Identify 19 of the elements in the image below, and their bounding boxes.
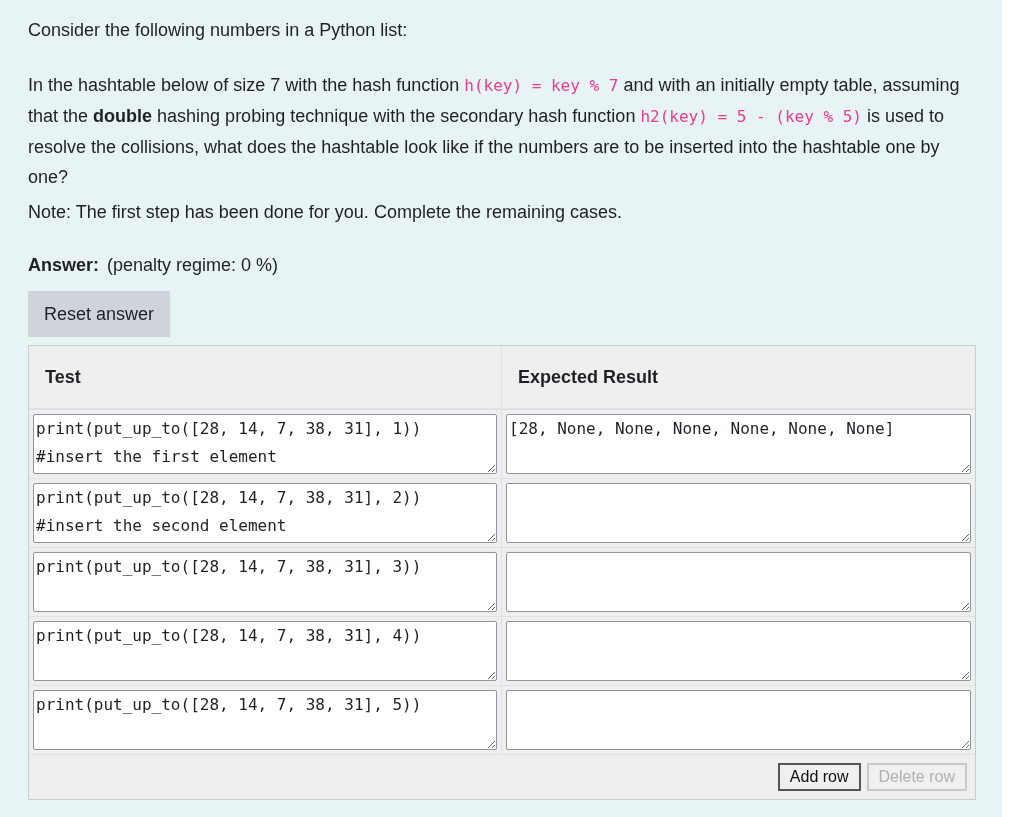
expected-result-field[interactable]: [28, None, None, None, None, None, None] [506, 414, 971, 474]
action-button[interactable]: Add row [777, 763, 861, 791]
penalty-text: (penalty regime: 0 %) [107, 254, 279, 277]
question-text: In the hashtable below of size 7 with the hash function h(key) = key % 7 and with an initially empty table, assuming that the double hashing probing technique with the secondary hash function h2(key) = 5 - (key % 5) is used to resolve the collisions, what does the hashtable look like if the numbers are to be inserted into the hashtable one by one? [28, 74, 961, 189]
column-header: Expected Result [502, 346, 975, 410]
intro-text: Consider the following numbers in a Python list: [28, 19, 409, 42]
note-text: Note: The first step has been done for you. Complete the remaining cases. [28, 201, 623, 224]
expected-result-field[interactable] [506, 690, 971, 750]
column-header: Test [29, 346, 502, 410]
expected-result-field[interactable] [506, 621, 971, 681]
test-code-field[interactable]: print(put_up_to([28, 14, 7, 38, 31], 2)) #insert the second element [33, 483, 497, 543]
reset-answer-button[interactable]: Reset answer [28, 291, 171, 337]
expected-result-field[interactable] [506, 552, 971, 612]
test-code-field[interactable]: print(put_up_to([28, 14, 7, 38, 31], 4)) [33, 621, 497, 681]
answer-label: Answer: [28, 254, 99, 277]
test-code-field[interactable]: print(put_up_to([28, 14, 7, 38, 31], 5)) [33, 690, 497, 750]
expected-result-field[interactable] [506, 483, 971, 543]
test-code-field[interactable]: print(put_up_to([28, 14, 7, 38, 31], 3)) [33, 552, 497, 612]
test-code-field[interactable]: print(put_up_to([28, 14, 7, 38, 31], 1)) #insert the first element [33, 414, 497, 474]
